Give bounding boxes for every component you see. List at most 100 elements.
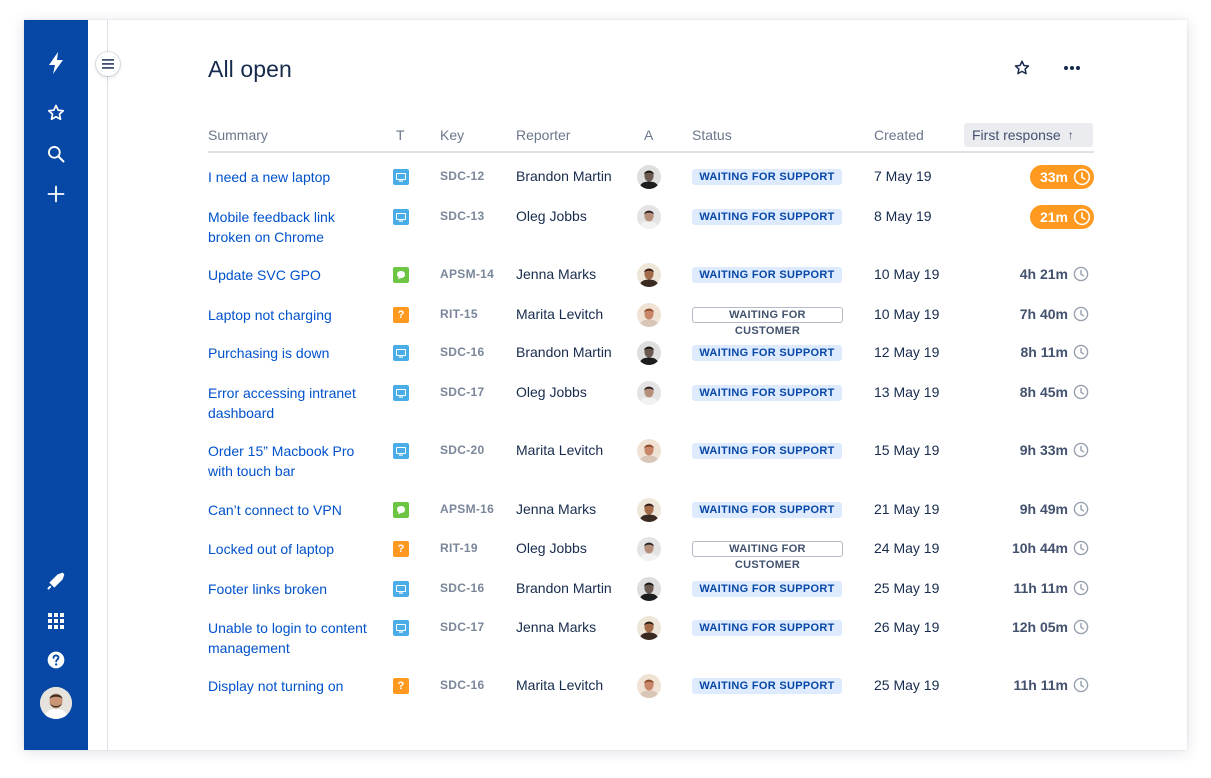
reporter-name: Oleg Jobbs bbox=[516, 208, 587, 224]
sidebar-toggle-button[interactable] bbox=[96, 52, 120, 76]
assignee-avatar[interactable] bbox=[637, 537, 661, 561]
issue-summary-link[interactable]: Mobile feedback link broken on Chrome bbox=[208, 207, 380, 247]
chat-type-icon bbox=[393, 267, 409, 283]
search-icon[interactable] bbox=[40, 138, 72, 170]
first-response-timer: 11h 11m bbox=[1014, 677, 1090, 693]
jira-logo-icon[interactable] bbox=[40, 47, 72, 79]
star-icon[interactable] bbox=[40, 97, 72, 129]
column-header-summary[interactable]: Summary bbox=[208, 127, 268, 143]
more-button[interactable] bbox=[1058, 54, 1086, 82]
question-type-icon: ? bbox=[393, 678, 409, 694]
created-date: 21 May 19 bbox=[874, 501, 940, 517]
issue-summary-link[interactable]: Update SVC GPO bbox=[208, 265, 380, 285]
reporter-name: Jenna Marks bbox=[516, 501, 597, 517]
assignee-avatar[interactable] bbox=[637, 616, 661, 640]
help-icon[interactable] bbox=[40, 644, 72, 676]
issue-key[interactable]: SDC-13 bbox=[440, 209, 484, 223]
status-lozenge: WAITING FOR SUPPORT bbox=[692, 581, 842, 597]
clock-icon bbox=[1073, 540, 1089, 556]
first-response-timer: 10h 44m bbox=[1012, 540, 1089, 556]
issue-summary-link[interactable]: Order 15” Macbook Pro with touch bar bbox=[208, 441, 380, 481]
status-lozenge: WAITING FOR CUSTOMER bbox=[692, 541, 843, 571]
created-date: 24 May 19 bbox=[874, 540, 940, 556]
desktop-type-icon bbox=[393, 209, 409, 225]
desktop-type-icon bbox=[393, 385, 409, 401]
issue-summary-link[interactable]: Locked out of laptop bbox=[208, 539, 380, 559]
first-response-value: 11h 11m bbox=[1013, 677, 1069, 693]
first-response-timer: 9h 49m bbox=[1020, 501, 1089, 517]
created-date: 15 May 19 bbox=[874, 442, 940, 458]
megaphone-icon[interactable] bbox=[40, 565, 72, 597]
clock-icon bbox=[1073, 168, 1091, 186]
first-response-timer: 7h 40m bbox=[1020, 306, 1089, 322]
column-header-key[interactable]: Key bbox=[440, 127, 464, 143]
assignee-avatar[interactable] bbox=[637, 674, 661, 698]
assignee-avatar[interactable] bbox=[637, 439, 661, 463]
status-lozenge: WAITING FOR SUPPORT bbox=[692, 169, 842, 185]
issue-summary-link[interactable]: Unable to login to content management bbox=[208, 618, 380, 658]
menu-icon bbox=[102, 59, 114, 69]
plus-icon[interactable] bbox=[40, 178, 72, 210]
first-response-value: 9h 49m bbox=[1019, 501, 1068, 517]
first-response-value: 10h 44m bbox=[1011, 540, 1068, 556]
issue-summary-link[interactable]: Footer links broken bbox=[208, 579, 380, 599]
issue-summary-link[interactable]: Error accessing intranet dashboard bbox=[208, 383, 380, 423]
assignee-avatar[interactable] bbox=[637, 341, 661, 365]
first-response-timer-breached: 33m bbox=[1029, 165, 1094, 189]
issue-summary-link[interactable]: Can’t connect to VPN bbox=[208, 500, 380, 520]
issue-key[interactable]: SDC-16 bbox=[440, 345, 484, 359]
first-response-value: 7h 40m bbox=[1019, 306, 1068, 322]
reporter-name: Marita Levitch bbox=[516, 442, 604, 458]
first-response-value: 8h 45m bbox=[1019, 384, 1068, 400]
sort-ascending-icon: ↑ bbox=[1067, 128, 1074, 142]
created-date: 12 May 19 bbox=[874, 344, 940, 360]
assignee-avatar[interactable] bbox=[637, 303, 661, 327]
issue-summary-link[interactable]: I need a new laptop bbox=[208, 167, 380, 187]
desktop-type-icon bbox=[393, 443, 409, 459]
status-lozenge: WAITING FOR SUPPORT bbox=[692, 502, 842, 518]
reporter-name: Oleg Jobbs bbox=[516, 540, 587, 556]
first-response-value: 9h 33m bbox=[1019, 442, 1068, 458]
clock-icon bbox=[1073, 266, 1089, 282]
issue-key[interactable]: SDC-17 bbox=[440, 620, 484, 634]
column-header-type[interactable]: T bbox=[396, 127, 405, 143]
desktop-type-icon bbox=[393, 345, 409, 361]
issue-key[interactable]: SDC-16 bbox=[440, 678, 484, 692]
reporter-name: Marita Levitch bbox=[516, 677, 604, 693]
issue-key[interactable]: SDC-12 bbox=[440, 169, 484, 183]
first-response-timer-breached: 21m bbox=[1029, 205, 1094, 229]
created-date: 13 May 19 bbox=[874, 384, 940, 400]
assignee-avatar[interactable] bbox=[637, 165, 661, 189]
assignee-avatar[interactable] bbox=[637, 263, 661, 287]
created-date: 25 May 19 bbox=[874, 677, 940, 693]
issue-key[interactable]: SDC-16 bbox=[440, 581, 484, 595]
status-lozenge: WAITING FOR SUPPORT bbox=[692, 443, 842, 459]
clock-icon bbox=[1073, 442, 1089, 458]
column-header-created[interactable]: Created bbox=[874, 127, 924, 143]
issue-summary-link[interactable]: Display not turning on bbox=[208, 676, 380, 696]
issue-key[interactable]: SDC-20 bbox=[440, 443, 484, 457]
issue-summary-link[interactable]: Laptop not charging bbox=[208, 305, 380, 325]
assignee-avatar[interactable] bbox=[637, 577, 661, 601]
issue-key[interactable]: APSM-14 bbox=[440, 267, 494, 281]
sidebar-divider bbox=[107, 20, 108, 750]
app-switcher-icon[interactable] bbox=[40, 605, 72, 637]
column-header-first-response[interactable]: First response ↑ bbox=[964, 123, 1093, 147]
sidebar-collapsed bbox=[88, 20, 107, 750]
column-header-assignee[interactable]: A bbox=[644, 127, 653, 143]
issue-key[interactable]: SDC-17 bbox=[440, 385, 484, 399]
issue-key[interactable]: RIT-19 bbox=[440, 541, 478, 555]
issue-summary-link[interactable]: Purchasing is down bbox=[208, 343, 380, 363]
issue-key[interactable]: APSM-16 bbox=[440, 502, 494, 516]
column-header-reporter[interactable]: Reporter bbox=[516, 127, 570, 143]
reporter-name: Jenna Marks bbox=[516, 266, 597, 282]
assignee-avatar[interactable] bbox=[637, 205, 661, 229]
assignee-avatar[interactable] bbox=[637, 381, 661, 405]
column-header-status[interactable]: Status bbox=[692, 127, 732, 143]
avatar[interactable] bbox=[40, 687, 72, 719]
page-title: All open bbox=[208, 56, 292, 82]
first-response-value: 11h 11m bbox=[1013, 580, 1069, 596]
star-button[interactable] bbox=[1008, 54, 1036, 82]
assignee-avatar[interactable] bbox=[637, 498, 661, 522]
issue-key[interactable]: RIT-15 bbox=[440, 307, 478, 321]
